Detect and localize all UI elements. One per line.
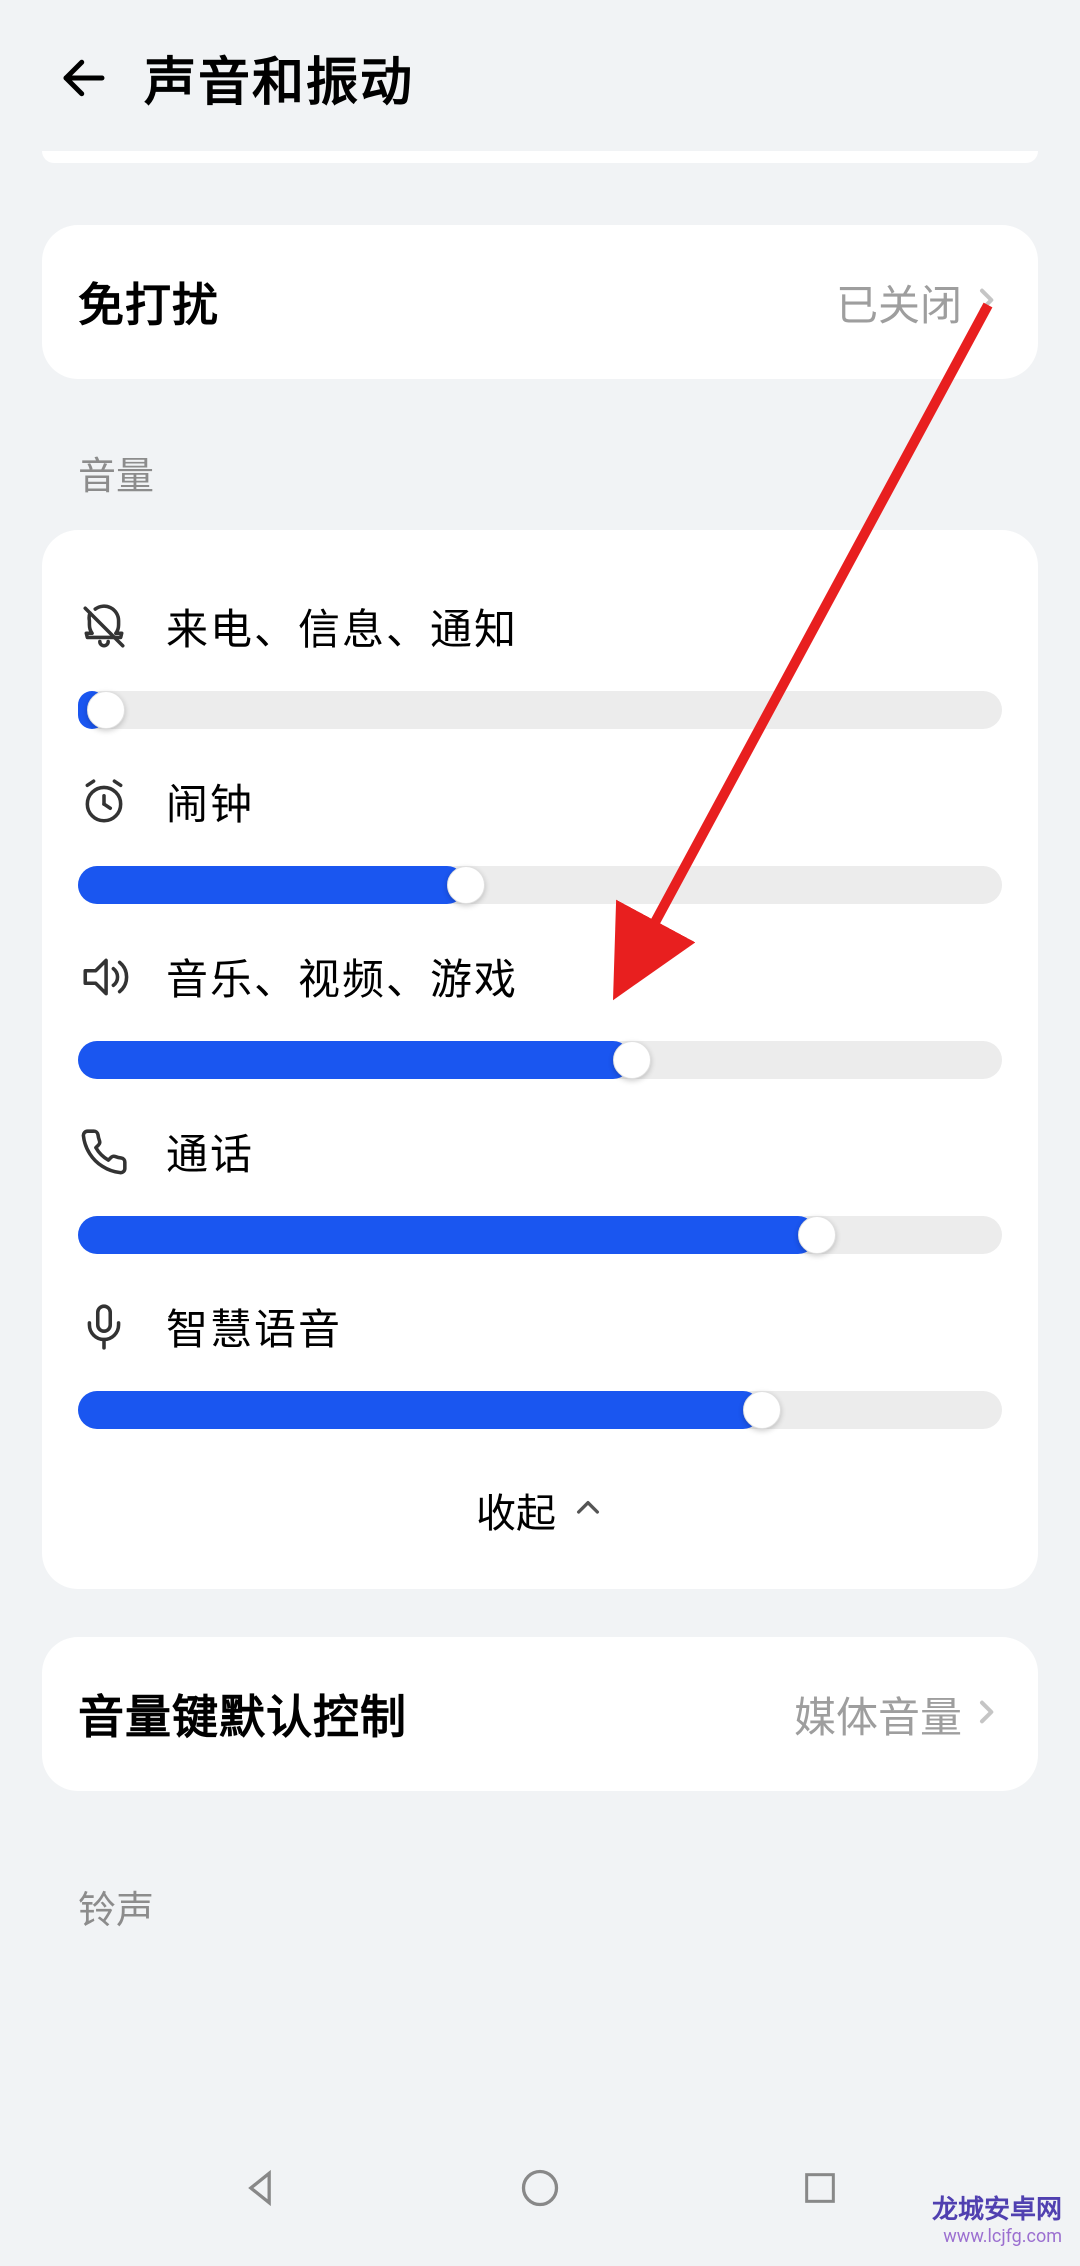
nav-back-icon[interactable] (225, 2153, 295, 2223)
card-peek (42, 151, 1038, 163)
nav-recent-icon[interactable] (785, 2153, 855, 2223)
collapse-row[interactable]: 收起 (78, 1441, 1002, 1553)
page-title: 声音和振动 (144, 40, 414, 115)
dnd-label: 免打扰 (78, 269, 219, 335)
alarm-icon (78, 776, 130, 828)
bell-off-icon (78, 601, 130, 653)
volume-key-row[interactable]: 音量键默认控制 媒体音量 (42, 1637, 1038, 1791)
slider-thumb[interactable] (613, 1041, 651, 1079)
volume-item-call: 通话 (78, 1091, 1002, 1266)
volume-item-media: 音乐、视频、游戏 (78, 916, 1002, 1091)
back-icon[interactable] (56, 50, 112, 106)
mic-icon (78, 1301, 130, 1353)
volume-item-alarm: 闹钟 (78, 741, 1002, 916)
navbar (0, 2118, 1080, 2266)
watermark-line2: www.lcjfg.com (932, 2226, 1062, 2248)
chevron-up-icon (572, 1492, 604, 1528)
dnd-card: 免打扰 已关闭 (42, 225, 1038, 379)
volume-label-ring: 来电、信息、通知 (166, 596, 518, 657)
speaker-icon (78, 951, 130, 1003)
chevron-right-icon (970, 1696, 1002, 1732)
slider-voice[interactable] (78, 1391, 1002, 1429)
slider-thumb[interactable] (87, 691, 125, 729)
volume-key-value-wrap: 媒体音量 (794, 1684, 1002, 1745)
nav-home-icon[interactable] (505, 2153, 575, 2223)
volume-key-value: 媒体音量 (794, 1684, 962, 1745)
volume-card: 来电、信息、通知 闹钟 (42, 530, 1038, 1589)
volume-key-card: 音量键默认控制 媒体音量 (42, 1637, 1038, 1791)
dnd-row[interactable]: 免打扰 已关闭 (42, 225, 1038, 379)
watermark: 龙城安卓网 www.lcjfg.com (932, 2195, 1062, 2248)
slider-ring[interactable] (78, 691, 1002, 729)
slider-thumb[interactable] (743, 1391, 781, 1429)
collapse-label: 收起 (476, 1481, 556, 1539)
slider-thumb[interactable] (447, 866, 485, 904)
phone-icon (78, 1126, 130, 1178)
volume-label-media: 音乐、视频、游戏 (166, 946, 518, 1007)
chevron-right-icon (970, 284, 1002, 320)
volume-label-voice: 智慧语音 (166, 1296, 342, 1357)
dnd-value: 已关闭 (836, 272, 962, 333)
dnd-value-wrap: 已关闭 (836, 272, 1002, 333)
volume-label-alarm: 闹钟 (166, 771, 254, 832)
volume-key-label: 音量键默认控制 (78, 1681, 407, 1747)
slider-alarm[interactable] (78, 866, 1002, 904)
watermark-line1: 龙城安卓网 (932, 2195, 1062, 2226)
ringtone-section-label: 铃声 (42, 1791, 1038, 1964)
volume-section-label: 音量 (42, 379, 1038, 530)
slider-call[interactable] (78, 1216, 1002, 1254)
slider-thumb[interactable] (798, 1216, 836, 1254)
volume-item-ring: 来电、信息、通知 (78, 566, 1002, 741)
volume-label-call: 通话 (166, 1121, 254, 1182)
page-header: 声音和振动 (0, 0, 1080, 151)
volume-item-voice: 智慧语音 (78, 1266, 1002, 1441)
slider-media[interactable] (78, 1041, 1002, 1079)
